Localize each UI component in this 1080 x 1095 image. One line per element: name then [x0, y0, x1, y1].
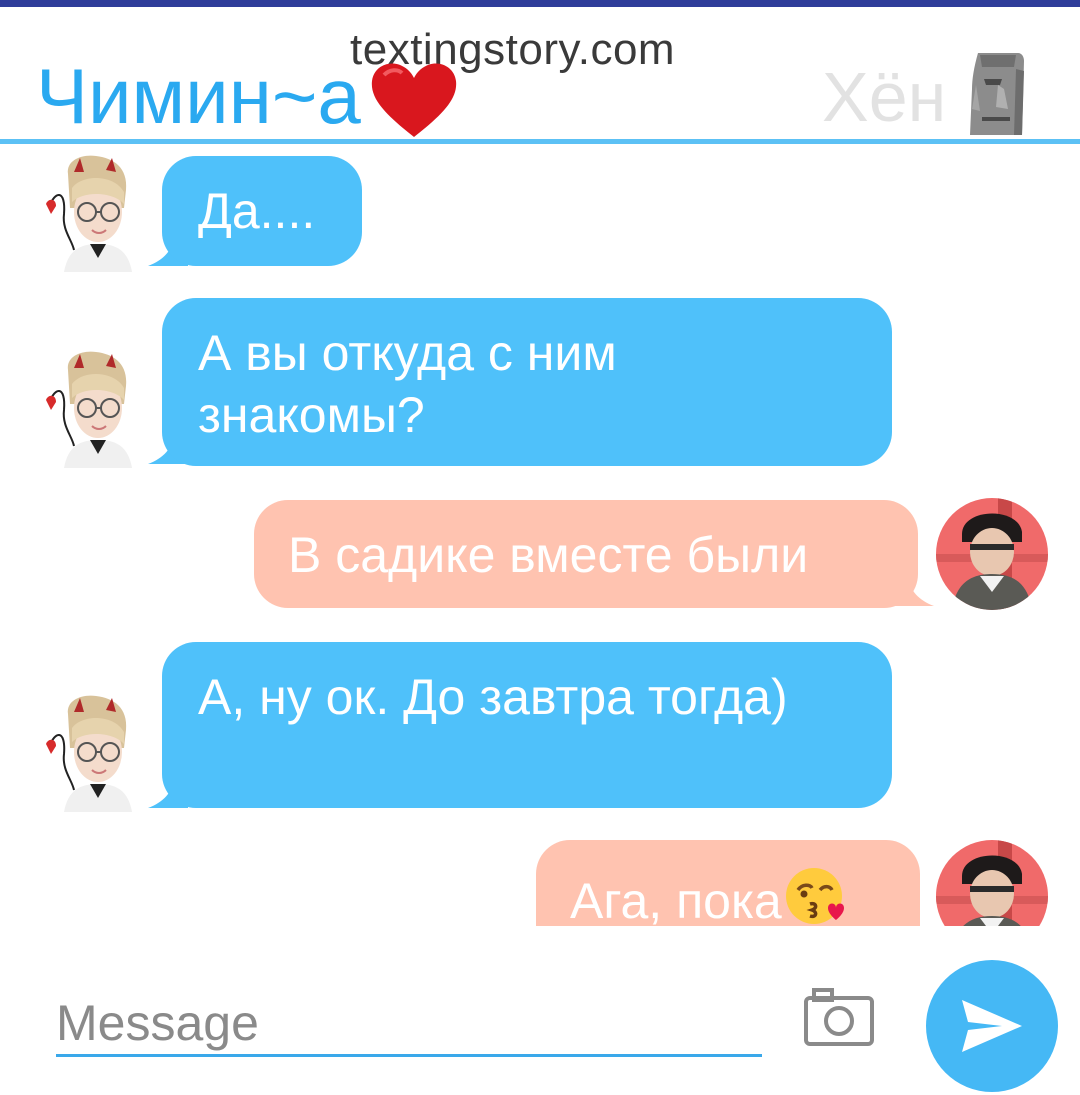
- send-button[interactable]: [926, 960, 1058, 1092]
- contact-name[interactable]: Чимин~а: [36, 51, 361, 141]
- message-bubble[interactable]: А, ну ок. До завтра тогда): [162, 642, 892, 808]
- message-list[interactable]: Да.... А вы откуда с ним знакомы? В сади…: [0, 144, 1080, 926]
- contact-avatar[interactable]: [44, 694, 136, 812]
- chat-header: textingstory.com Чимин~а Хён: [0, 7, 1080, 140]
- contact-avatar[interactable]: [44, 154, 136, 272]
- input-underline: [56, 1054, 762, 1057]
- message-bubble[interactable]: В садике вместе были: [254, 500, 918, 608]
- contact-avatar[interactable]: [44, 350, 136, 468]
- message-bubble[interactable]: Ага, пока: [536, 840, 920, 926]
- message-input[interactable]: [56, 994, 760, 1052]
- message-composer: [0, 926, 1080, 1092]
- self-name[interactable]: Хён: [822, 57, 946, 137]
- message-text: Ага, пока: [570, 873, 782, 926]
- status-strip: [0, 0, 1080, 7]
- moai-icon: [970, 53, 1024, 135]
- self-avatar[interactable]: [936, 840, 1048, 926]
- message-bubble[interactable]: А вы откуда с ним знакомы?: [162, 298, 892, 466]
- camera-icon[interactable]: [802, 986, 876, 1048]
- send-icon: [962, 1000, 1022, 1052]
- heart-icon: [371, 63, 457, 137]
- face-blowing-kiss-icon: [785, 868, 844, 924]
- self-avatar[interactable]: [936, 498, 1048, 610]
- message-bubble[interactable]: Да....: [162, 156, 362, 266]
